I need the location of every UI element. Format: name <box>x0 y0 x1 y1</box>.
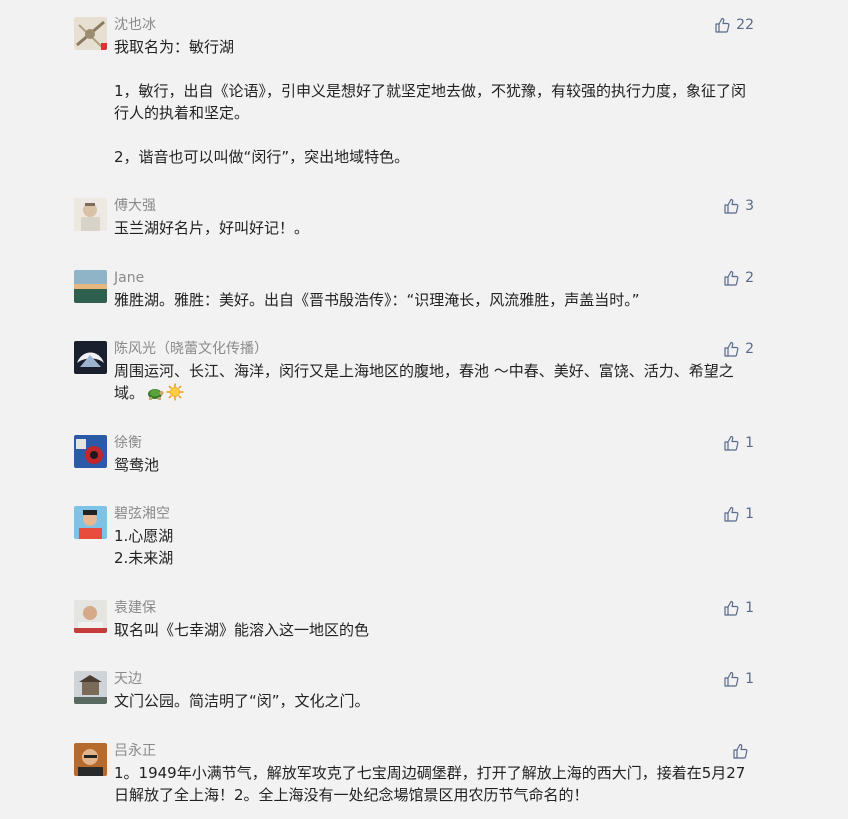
like-count: 3 <box>745 198 754 214</box>
comment-content: 1。1949年小满节气，解放军攻克了七宝周边碉堡群，打开了解放上海的西大门，接着… <box>114 762 754 806</box>
avatar[interactable] <box>74 506 107 539</box>
like-count: 1 <box>745 506 754 522</box>
comment-author[interactable]: Jane <box>114 268 144 288</box>
thumbs-up-icon <box>724 671 739 687</box>
comment-author[interactable]: 袁建保 <box>114 598 156 618</box>
avatar[interactable] <box>74 17 107 50</box>
comment-content: 雅胜湖。雅胜：美好。出自《晋书殷浩传》：“识理淹长，风流雅胜，声盖当时。” <box>114 289 754 311</box>
sun-emoji <box>166 383 184 407</box>
comment-content: 周围运河、长江、海洋，闵行又是上海地区的腹地，春池 ～中春、美好、富饶、活力、希… <box>114 360 754 407</box>
like-count: 1 <box>745 600 754 616</box>
comment-text: 1。1949年小满节气，解放军攻克了七宝周边碉堡群，打开了解放上海的西大门，接着… <box>114 764 746 804</box>
thumbs-up-icon <box>724 198 739 214</box>
thumbs-up-icon <box>715 17 730 33</box>
thumbs-up-icon <box>724 600 739 616</box>
comment-author[interactable]: 吕永正 <box>114 741 156 761</box>
like-button[interactable]: 1 <box>723 433 754 453</box>
comment-content: 鸳鸯池 <box>114 454 754 476</box>
avatar[interactable] <box>74 600 107 633</box>
comment-text: 文门公园。简洁明了“闵”，文化之门。 <box>114 692 370 710</box>
comment-author[interactable]: 沈也冰 <box>114 15 156 35</box>
avatar[interactable] <box>74 671 107 704</box>
comment-text: 周围运河、长江、海洋，闵行又是上海地区的腹地，春池 ～中春、美好、富饶、活力、希… <box>114 360 754 407</box>
like-button[interactable]: 1 <box>723 598 754 618</box>
like-button[interactable]: 1 <box>723 504 754 524</box>
comment-text: 1.心愿湖 <box>114 527 174 545</box>
avatar[interactable] <box>74 198 107 231</box>
like-button[interactable]: 2 <box>723 339 754 359</box>
like-count: 2 <box>745 341 754 357</box>
like-button[interactable] <box>732 741 754 761</box>
thumbs-up-icon <box>724 270 739 286</box>
comment-text: 取名叫《七幸湖》能溶入这一地区的色 <box>114 621 370 639</box>
comment-author[interactable]: 傅大强 <box>114 196 156 216</box>
comment-content: 我取名为：敏行湖 1，敏行，出自《论语》，引申义是想好了就坚定地去做，不犹豫，有… <box>114 36 754 168</box>
avatar[interactable] <box>74 435 107 468</box>
comment-text: 2，谐音也可以叫做“闵行”，突出地域特色。 <box>114 148 410 166</box>
like-button[interactable]: 1 <box>723 669 754 689</box>
like-button[interactable]: 22 <box>714 15 754 35</box>
thumbs-up-icon <box>733 743 748 759</box>
avatar[interactable] <box>74 743 107 776</box>
comment-text: 我取名为：敏行湖 <box>114 38 235 56</box>
comment-author[interactable]: 天边 <box>114 669 142 689</box>
like-button[interactable]: 2 <box>723 268 754 288</box>
comment-content: 玉兰湖好名片，好叫好记！。 <box>114 217 754 239</box>
comment-text-span: 周围运河、长江、海洋，闵行又是上海地区的腹地，春池 ～中春、美好、富饶、活力、希… <box>114 362 734 402</box>
like-count: 22 <box>736 17 754 33</box>
comment-content: 1.心愿湖 2.未来湖 <box>114 525 754 569</box>
like-button[interactable]: 3 <box>723 196 754 216</box>
avatar[interactable] <box>74 270 107 303</box>
comment-author[interactable]: 碧弦湘空 <box>114 504 170 524</box>
comment-content: 取名叫《七幸湖》能溶入这一地区的色 <box>114 619 754 641</box>
thumbs-up-icon <box>724 506 739 522</box>
comment-content: 文门公园。简洁明了“闵”，文化之门。 <box>114 690 754 712</box>
like-count: 1 <box>745 435 754 451</box>
like-count: 2 <box>745 270 754 286</box>
comment-text: 2.未来湖 <box>114 549 174 567</box>
comment-author[interactable]: 陈风光（晓蕾文化传播） <box>114 339 268 359</box>
thumbs-up-icon <box>724 435 739 451</box>
turtle-emoji <box>146 383 164 407</box>
comment-author[interactable]: 徐衡 <box>114 433 142 453</box>
like-count: 1 <box>745 671 754 687</box>
comment-text: 玉兰湖好名片，好叫好记！。 <box>114 219 310 237</box>
avatar[interactable] <box>74 341 107 374</box>
thumbs-up-icon <box>724 341 739 357</box>
comment-text: 1，敏行，出自《论语》，引申义是想好了就坚定地去做，不犹豫，有较强的执行力度，象… <box>114 82 747 122</box>
comment-list: 沈也冰 22 我取名为：敏行湖 1，敏行，出自《论语》，引申义是想好了就坚定地去… <box>0 0 848 819</box>
comment-text: 雅胜湖。雅胜：美好。出自《晋书殷浩传》：“识理淹长，风流雅胜，声盖当时。” <box>114 291 640 309</box>
comment-text: 鸳鸯池 <box>114 456 160 474</box>
